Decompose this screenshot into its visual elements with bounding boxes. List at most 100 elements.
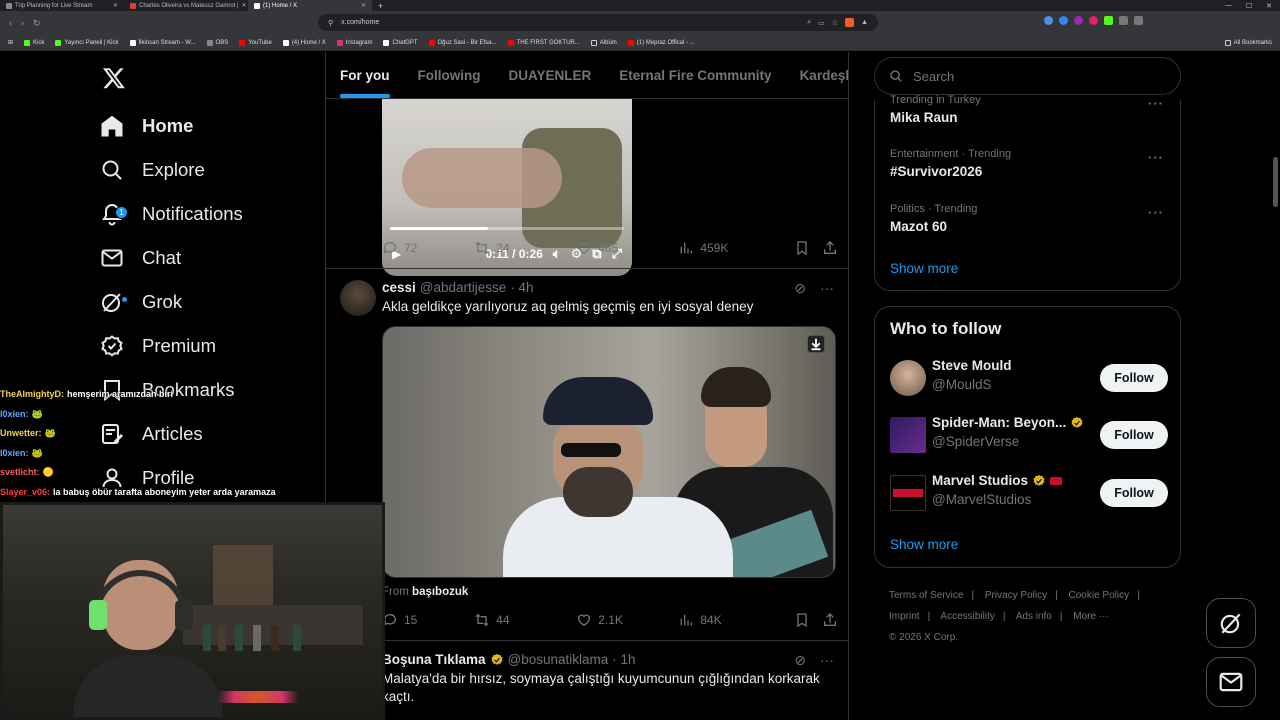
- address-bar[interactable]: ⚲ x.com/home ⌕ ▭ ☆ ▲: [318, 14, 878, 31]
- nav-home[interactable]: Home: [100, 106, 193, 146]
- search-box[interactable]: [874, 57, 1181, 95]
- follow-button[interactable]: Follow: [1100, 479, 1168, 507]
- bookmark-item[interactable]: İlkinsan Stream - W...: [129, 39, 196, 46]
- zoom-icon[interactable]: ⌕: [807, 19, 811, 27]
- grok-explain-icon[interactable]: ⊘: [794, 280, 806, 297]
- tab-for-you[interactable]: For you: [340, 68, 390, 98]
- tab-following[interactable]: Following: [418, 68, 481, 83]
- bookmark-item[interactable]: ChatGPT: [383, 39, 418, 46]
- apps-grid-icon[interactable]: ⊞: [8, 39, 13, 46]
- messages-floating-button[interactable]: [1206, 657, 1256, 707]
- follow-button[interactable]: Follow: [1100, 364, 1168, 392]
- footer-link[interactable]: Terms of Service: [889, 590, 963, 601]
- avatar[interactable]: [340, 280, 376, 316]
- trend-item[interactable]: Entertainment · Trending #Survivor2026 ·…: [890, 148, 1170, 179]
- footer-more-link[interactable]: More ···: [1073, 611, 1109, 622]
- extensions-puzzle-icon[interactable]: [1119, 16, 1128, 25]
- back-icon[interactable]: ‹: [9, 18, 12, 29]
- follow-suggestion[interactable]: Marvel Studios @MarvelStudios Follow: [890, 471, 1170, 515]
- nav-explore[interactable]: Explore: [100, 150, 205, 190]
- share-button[interactable]: [822, 240, 838, 256]
- nav-premium[interactable]: Premium: [100, 326, 216, 366]
- reload-icon[interactable]: ↻: [33, 18, 41, 29]
- close-tab-icon[interactable]: ✕: [242, 2, 247, 9]
- bookmark-item[interactable]: THE FIRST GOKTUR...: [507, 39, 580, 46]
- reply-button[interactable]: 72: [382, 240, 474, 256]
- trend-item[interactable]: Politics · Trending Mazot 60 ···: [890, 203, 1170, 234]
- bookmark-item[interactable]: Instagram: [336, 39, 372, 46]
- from-account[interactable]: başıbozuk: [412, 586, 468, 598]
- bookmark-post-button[interactable]: [794, 240, 822, 256]
- extension-icon[interactable]: [1104, 16, 1113, 25]
- bookmark-item[interactable]: (1) Mepraz Offical - ...: [627, 39, 695, 46]
- all-bookmarks-button[interactable]: All Bookmarks: [1224, 39, 1280, 46]
- bookmark-item[interactable]: YouTube: [239, 39, 272, 46]
- new-tab-button[interactable]: +: [372, 1, 389, 11]
- download-icon[interactable]: [807, 335, 825, 353]
- post-author-handle[interactable]: @abdartijesse: [420, 280, 507, 295]
- close-tab-icon[interactable]: ✕: [361, 2, 366, 9]
- follow-suggestion[interactable]: Steve Mould @MouldS Follow: [890, 356, 1170, 400]
- video-progress-bar[interactable]: [390, 227, 624, 230]
- footer-link[interactable]: Accessibility: [940, 611, 994, 622]
- bookmark-item[interactable]: Yayıncı Paneli | Kick: [55, 39, 119, 46]
- brave-shield-icon[interactable]: [845, 18, 855, 27]
- avatar[interactable]: [890, 417, 926, 453]
- post-author-name[interactable]: Boşuna Tıklama: [382, 652, 486, 667]
- footer-link[interactable]: Ads info: [1016, 611, 1052, 622]
- bookmark-item[interactable]: Oğuz Sasi - Bir Efsa...: [428, 39, 497, 46]
- nav-chat[interactable]: Chat: [100, 238, 181, 278]
- browser-tab-active[interactable]: (1) Home / X ✕: [248, 0, 372, 11]
- page-scrollbar[interactable]: [1270, 52, 1280, 720]
- nav-grok[interactable]: Grok: [100, 282, 182, 322]
- maximize-icon[interactable]: ☐: [1246, 2, 1252, 10]
- browser-tab[interactable]: Trip Planning for Live Stream ✕: [0, 0, 124, 11]
- footer-link[interactable]: Cookie Policy: [1069, 590, 1130, 601]
- post-timestamp[interactable]: · 4h: [510, 280, 533, 295]
- bookmark-post-button[interactable]: [794, 612, 822, 628]
- repost-button[interactable]: 24: [474, 240, 576, 256]
- bookmark-star-icon[interactable]: ☆: [832, 19, 838, 27]
- footer-link[interactable]: Imprint: [889, 611, 920, 622]
- marvel-logo-icon[interactable]: [890, 475, 926, 511]
- avatar[interactable]: [890, 360, 926, 396]
- footer-link[interactable]: Privacy Policy: [985, 590, 1047, 601]
- follow-button[interactable]: Follow: [1100, 421, 1168, 449]
- forward-icon[interactable]: ›: [21, 18, 24, 29]
- tab-duayenler[interactable]: DUAYENLER: [509, 68, 592, 83]
- views-button[interactable]: 459K: [678, 240, 794, 256]
- sidebar-icon[interactable]: [1134, 16, 1143, 25]
- post-author-name[interactable]: cessi: [382, 280, 416, 295]
- tab-eternal-fire-community[interactable]: Eternal Fire Community: [619, 68, 771, 83]
- tab-kardesler[interactable]: Kardeşler K: [800, 68, 848, 83]
- repost-button[interactable]: 44: [474, 612, 576, 628]
- search-input[interactable]: [913, 68, 1153, 84]
- show-more-follow-link[interactable]: Show more: [890, 537, 958, 552]
- minimize-icon[interactable]: —: [1225, 2, 1232, 10]
- like-button[interactable]: 2.1K: [576, 612, 678, 628]
- extension-icon[interactable]: [1089, 16, 1098, 25]
- extension-icon[interactable]: [1074, 16, 1083, 25]
- show-more-trends-link[interactable]: Show more: [890, 261, 958, 276]
- close-tab-icon[interactable]: ✕: [113, 2, 118, 9]
- close-window-icon[interactable]: ✕: [1266, 2, 1272, 10]
- grok-floating-button[interactable]: [1206, 598, 1256, 648]
- nav-notifications[interactable]: 1 Notifications: [100, 194, 243, 234]
- post-video[interactable]: [382, 326, 836, 578]
- cast-icon[interactable]: ▭: [818, 19, 825, 27]
- more-options-icon[interactable]: ···: [1148, 96, 1164, 111]
- trend-item[interactable]: Trending in Turkey Mika Raun ···: [890, 94, 1170, 125]
- extension-icon[interactable]: [1044, 16, 1053, 25]
- follow-suggestion[interactable]: Spider-Man: Beyon... @SpiderVerse Follow: [890, 413, 1170, 457]
- reply-button[interactable]: 15: [382, 612, 474, 628]
- share-button[interactable]: [822, 612, 838, 628]
- views-button[interactable]: 84K: [678, 612, 794, 628]
- bookmark-item[interactable]: OBS: [206, 39, 228, 46]
- x-logo-icon[interactable]: [102, 66, 126, 90]
- more-options-icon[interactable]: ···: [820, 652, 834, 669]
- like-button[interactable]: 465: [576, 240, 678, 256]
- rewards-icon[interactable]: ▲: [861, 19, 868, 26]
- extension-icon[interactable]: [1059, 16, 1068, 25]
- scrollbar-thumb[interactable]: [1273, 157, 1278, 207]
- browser-tab[interactable]: Charles Oliveira vs Mateusz Gamrot | ✕: [124, 0, 248, 11]
